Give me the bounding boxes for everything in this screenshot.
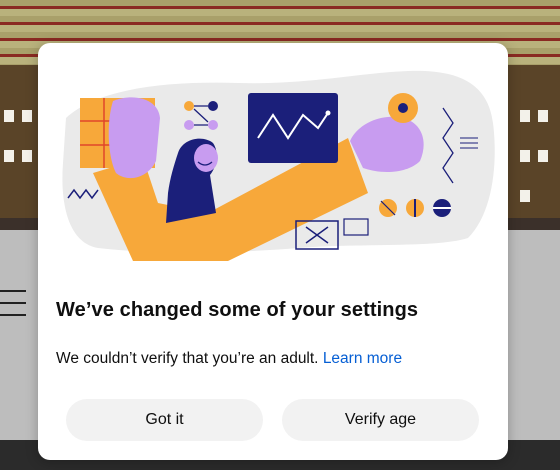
dialog-title: We’ve changed some of your settings <box>56 299 419 321</box>
verification-illustration <box>62 70 495 261</box>
settings-changed-dialog: We’ve changed some of your settings We c… <box>38 43 508 460</box>
verify-age-button[interactable]: Verify age <box>282 399 479 441</box>
dialog-message: We couldn’t verify that you’re an adult.… <box>56 350 496 368</box>
got-it-button[interactable]: Got it <box>66 399 263 441</box>
background-menu-lines <box>0 290 28 326</box>
learn-more-link[interactable]: Learn more <box>323 350 402 367</box>
dialog-message-text: We couldn’t verify that you’re an adult. <box>56 350 319 367</box>
